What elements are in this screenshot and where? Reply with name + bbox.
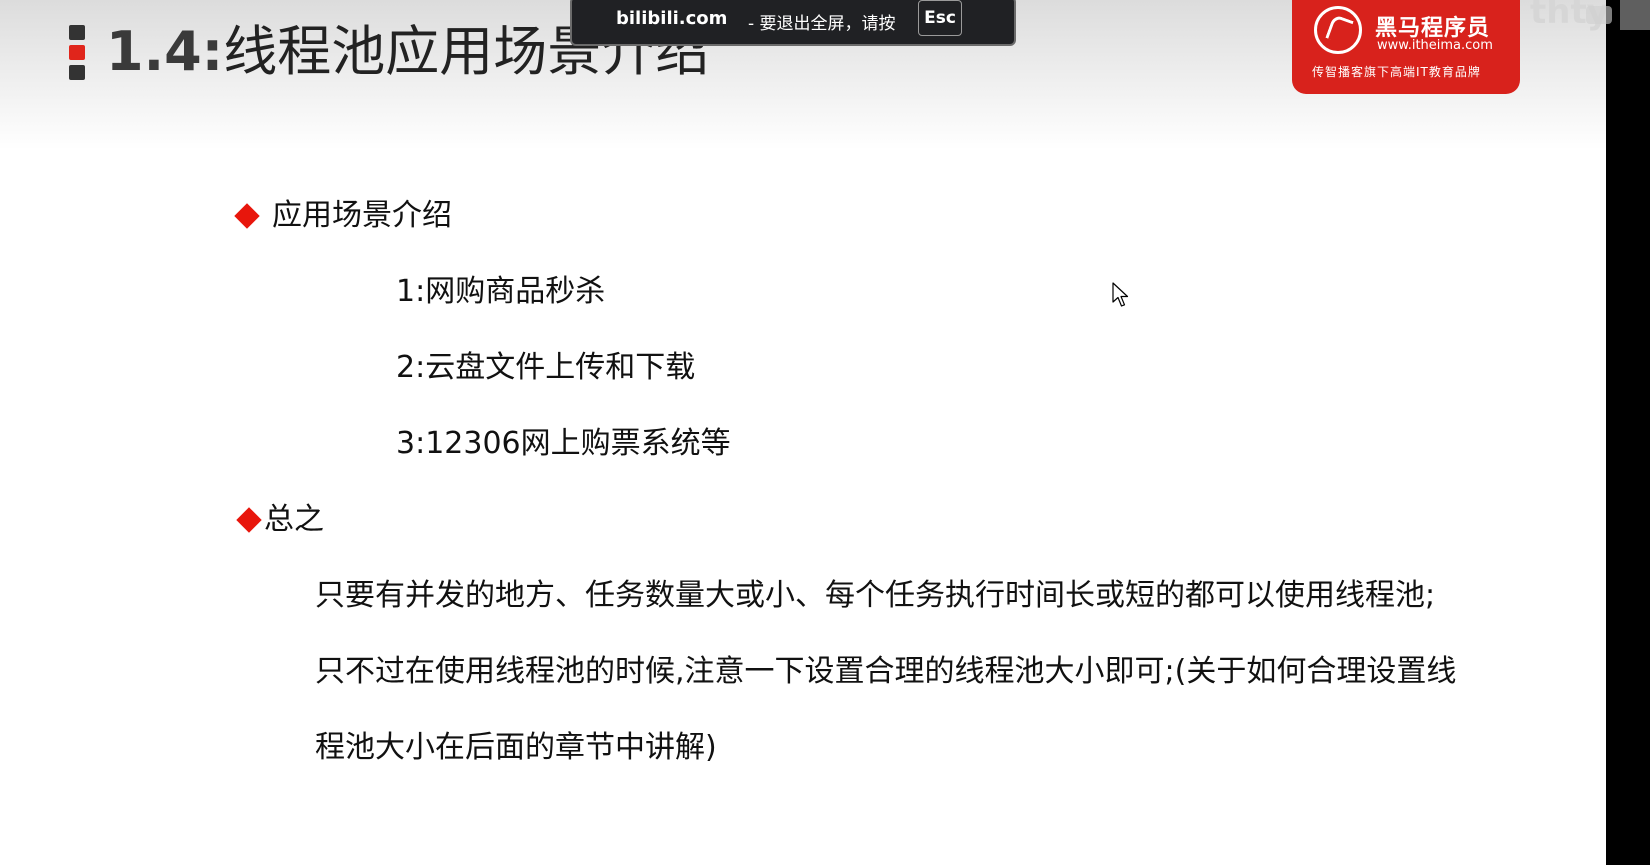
bullet-heading-summary: 总之 — [264, 502, 324, 537]
fullscreen-exit-notice: bilibili.com - 要退出全屏，请按 Esc — [570, 0, 1016, 46]
diamond-bullet-icon — [236, 507, 262, 533]
notice-site: bilibili.com — [616, 8, 728, 29]
logo-slogan: 传智播客旗下高端IT教育品牌 — [1312, 65, 1481, 79]
player-edge-icon — [1586, 0, 1650, 30]
summary-line: 只不过在使用线程池的时候,注意一下设置合理的线程池大小即可;(关于如何合理设置线 — [315, 654, 1457, 689]
presentation-slide: 1.4:线程池应用场景介绍 thty 黑马程序员 www.itheima.com… — [0, 0, 1606, 865]
slide-title-number: 1.4: — [106, 20, 224, 83]
summary-line: 只要有并发的地方、任务数量大或小、每个任务执行时间长或短的都可以使用线程池; — [315, 578, 1436, 613]
itheima-logo: 黑马程序员 www.itheima.com 传智播客旗下高端IT教育品牌 — [1292, 0, 1520, 94]
bullet-heading-scenarios: 应用场景介绍 — [272, 198, 452, 233]
esc-key-badge[interactable]: Esc — [918, 0, 962, 36]
logo-url: www.itheima.com — [1377, 38, 1493, 53]
scenario-item: 3:12306网上购票系统等 — [396, 426, 731, 461]
notice-message: - 要退出全屏，请按 — [748, 14, 896, 34]
itheima-horse-logo-icon — [1314, 6, 1362, 54]
scenario-item: 2:云盘文件上传和下载 — [396, 350, 696, 385]
scenario-item: 1:网购商品秒杀 — [396, 274, 606, 309]
summary-line: 程池大小在后面的章节中讲解) — [315, 730, 717, 765]
slide-title-marker-icon — [69, 25, 85, 81]
diamond-bullet-icon — [234, 203, 260, 229]
right-black-strip — [1606, 0, 1650, 865]
mouse-cursor-icon — [1112, 282, 1129, 307]
